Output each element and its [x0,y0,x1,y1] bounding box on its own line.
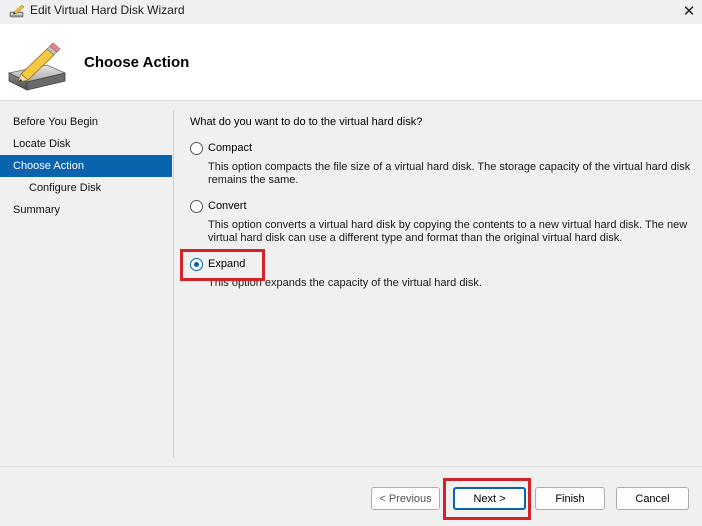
nav-item-summary[interactable]: Summary [0,199,172,221]
close-icon: ✕ [682,3,696,20]
nav-item-choose-action[interactable]: Choose Action [0,155,172,177]
action-question: What do you want to do to the virtual ha… [190,116,423,128]
wizard-steps-nav: Before You Begin Locate Disk Choose Acti… [0,111,172,221]
nav-item-before-you-begin[interactable]: Before You Begin [0,111,172,133]
footer-separator [0,466,702,467]
close-button[interactable]: ✕ [676,0,702,22]
convert-description: This option converts a virtual hard disk… [208,219,688,244]
nav-item-configure-disk[interactable]: Configure Disk [0,177,172,199]
convert-radio[interactable] [190,200,203,213]
compact-radio[interactable] [190,142,203,155]
nav-item-locate-disk[interactable]: Locate Disk [0,133,172,155]
previous-button[interactable]: < Previous [371,487,440,510]
next-button[interactable]: Next > [453,487,526,510]
expand-highlight-box [180,249,265,281]
compact-label[interactable]: Compact [208,142,252,155]
window-title: Edit Virtual Hard Disk Wizard [30,3,185,17]
wizard-header: Choose Action [0,24,702,101]
page-title: Choose Action [84,54,190,71]
convert-label[interactable]: Convert [208,200,247,213]
nav-divider [173,110,174,458]
finish-button[interactable]: Finish [535,487,605,510]
cancel-button[interactable]: Cancel [616,487,689,510]
expand-description: This option expands the capacity of the … [208,277,482,289]
hard-disk-pencil-icon [7,43,67,91]
title-bar: Edit Virtual Hard Disk Wizard ✕ [0,0,702,24]
compact-description: This option compacts the file size of a … [208,161,691,186]
wizard-app-icon [9,4,25,18]
